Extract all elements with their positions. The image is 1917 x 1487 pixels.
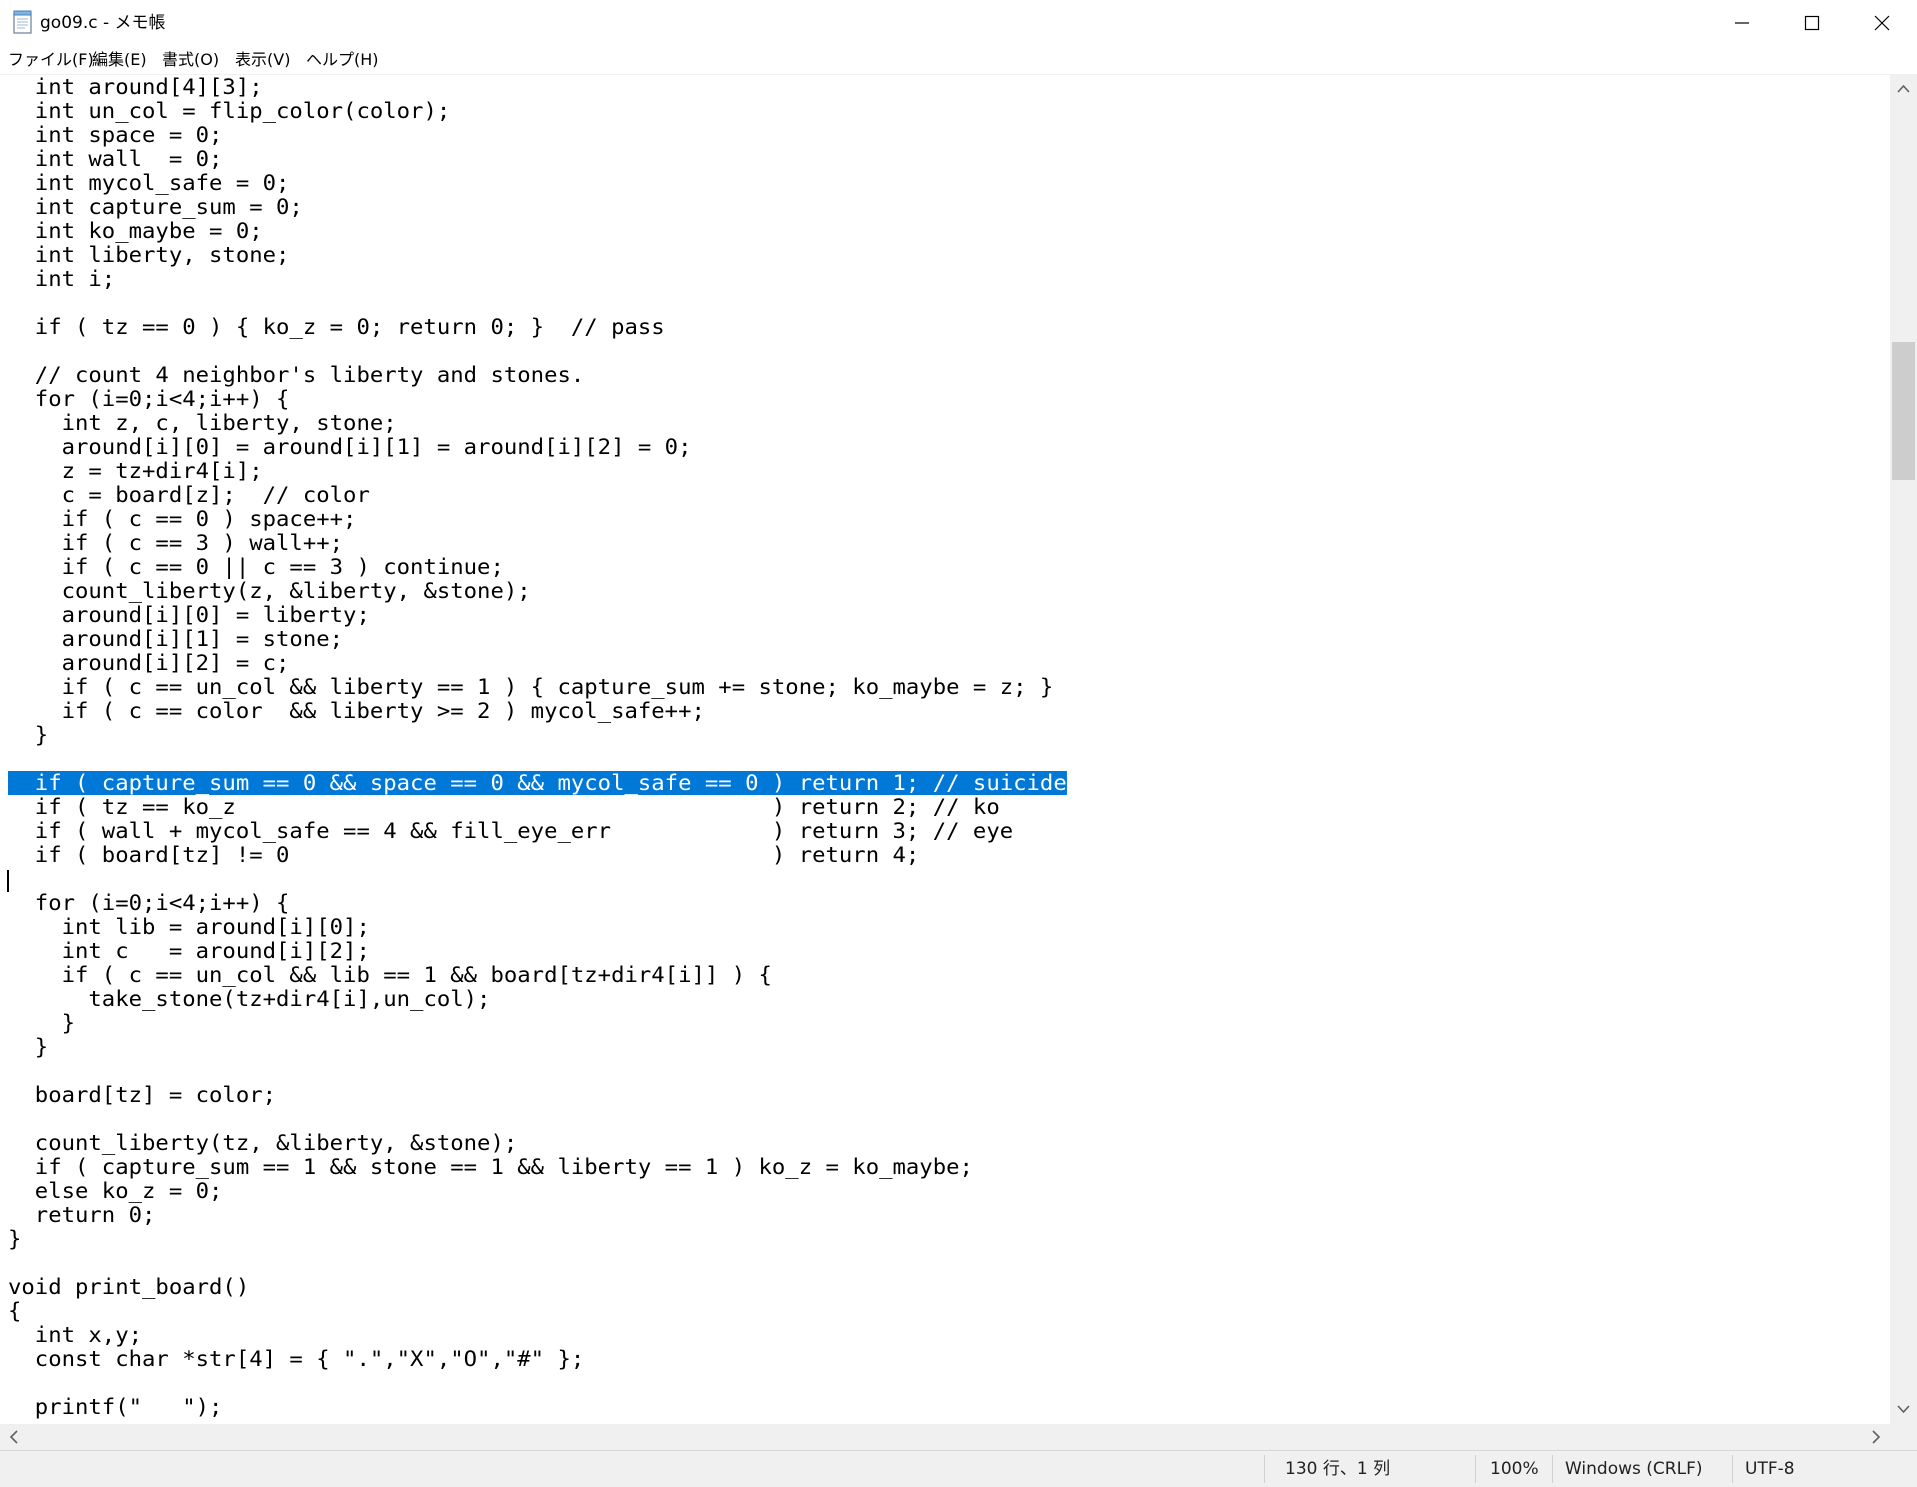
selected-text[interactable]: if ( capture_sum == 0 && space == 0 && m… [8, 771, 1067, 795]
chevron-up-icon [1897, 84, 1910, 93]
code-line[interactable] [8, 1107, 1067, 1131]
code-line[interactable]: int mycol_safe = 0; [8, 171, 1067, 195]
code-line[interactable]: if ( c == un_col && liberty == 1 ) { cap… [8, 675, 1067, 699]
close-icon [1874, 15, 1890, 31]
chevron-right-icon [1872, 1430, 1881, 1444]
code-line[interactable] [8, 1059, 1067, 1083]
code-line[interactable]: z = tz+dir4[i]; [8, 459, 1067, 483]
code-line[interactable]: if ( c == 0 ) space++; [8, 507, 1067, 531]
vertical-scrollbar[interactable] [1890, 74, 1917, 1424]
maximize-button[interactable] [1777, 0, 1847, 46]
code-line[interactable] [8, 1371, 1067, 1395]
encoding: UTF-8 [1745, 1459, 1795, 1479]
code-line[interactable]: if ( tz == 0 ) { ko_z = 0; return 0; } /… [8, 315, 1067, 339]
code-line[interactable]: printf(" "); [8, 1395, 1067, 1419]
code-line[interactable]: int wall = 0; [8, 147, 1067, 171]
code-line[interactable]: int un_col = flip_color(color); [8, 99, 1067, 123]
code-line[interactable]: count_liberty(z, &liberty, &stone); [8, 579, 1067, 603]
scroll-down-button[interactable] [1890, 1398, 1917, 1420]
line-ending: Windows (CRLF) [1565, 1459, 1703, 1479]
code-line[interactable]: int ko_maybe = 0; [8, 219, 1067, 243]
code-line[interactable]: if ( c == 0 || c == 3 ) continue; [8, 555, 1067, 579]
code-line[interactable]: int c = around[i][2]; [8, 939, 1067, 963]
code-line[interactable] [8, 867, 1067, 891]
code-line[interactable]: void print_board() [8, 1275, 1067, 1299]
minimize-icon [1735, 22, 1749, 24]
scroll-right-button[interactable] [1864, 1424, 1888, 1450]
code-line[interactable]: { [8, 1299, 1067, 1323]
code-line[interactable]: return 0; [8, 1203, 1067, 1227]
code-line[interactable]: if ( c == 3 ) wall++; [8, 531, 1067, 555]
code-line[interactable]: around[i][1] = stone; [8, 627, 1067, 651]
text-caret [7, 870, 9, 892]
notepad-icon [12, 10, 34, 34]
title-bar[interactable]: go09.c - メモ帳 [0, 0, 1917, 46]
status-bar: 130 行、1 列 100% Windows (CRLF) UTF-8 [0, 1450, 1917, 1487]
code-line[interactable]: int i; [8, 267, 1067, 291]
code-line[interactable]: around[i][0] = around[i][1] = around[i][… [8, 435, 1067, 459]
scrollbar-corner [1890, 1424, 1917, 1450]
status-divider [1732, 1455, 1733, 1483]
scroll-up-button[interactable] [1890, 78, 1917, 100]
code-line[interactable]: for (i=0;i<4;i++) { [8, 891, 1067, 915]
vertical-scroll-thumb[interactable] [1892, 342, 1915, 480]
code-line[interactable]: int around[4][3]; [8, 75, 1067, 99]
status-divider [1264, 1455, 1265, 1483]
horizontal-scrollbar[interactable] [0, 1424, 1890, 1450]
menu-edit[interactable]: 編集(E) [92, 46, 147, 74]
code-line[interactable]: if ( c == un_col && lib == 1 && board[tz… [8, 963, 1067, 987]
chevron-left-icon [9, 1430, 18, 1444]
code-line[interactable]: int z, c, liberty, stone; [8, 411, 1067, 435]
code-line[interactable]: int liberty, stone; [8, 243, 1067, 267]
text-editor[interactable]: int around[4][3]; int un_col = flip_colo… [0, 74, 1890, 1425]
menu-format[interactable]: 書式(O) [162, 46, 219, 74]
code-line[interactable]: } [8, 1227, 1067, 1251]
chevron-down-icon [1897, 1405, 1910, 1414]
code-line[interactable]: if ( capture_sum == 0 && space == 0 && m… [8, 771, 1067, 795]
code-line[interactable]: else ko_z = 0; [8, 1179, 1067, 1203]
code-line[interactable]: around[i][0] = liberty; [8, 603, 1067, 627]
minimize-button[interactable] [1707, 0, 1777, 46]
status-divider [1475, 1455, 1476, 1483]
code-line[interactable]: int x,y; [8, 1323, 1067, 1347]
menu-view[interactable]: 表示(V) [235, 46, 290, 74]
code-line[interactable]: const char *str[4] = { ".","X","O","#" }… [8, 1347, 1067, 1371]
code-line[interactable]: int space = 0; [8, 123, 1067, 147]
menu-file[interactable]: ファイル(F) [8, 46, 94, 74]
code-line[interactable]: int capture_sum = 0; [8, 195, 1067, 219]
menu-help[interactable]: ヘルプ(H) [306, 46, 379, 74]
code-line[interactable]: around[i][2] = c; [8, 651, 1067, 675]
code-line[interactable] [8, 1251, 1067, 1275]
menu-bar: ファイル(F) 編集(E) 書式(O) 表示(V) ヘルプ(H) [0, 46, 1917, 74]
code-line[interactable]: } [8, 723, 1067, 747]
code-line[interactable]: if ( c == color && liberty >= 2 ) mycol_… [8, 699, 1067, 723]
code-line[interactable]: } [8, 1011, 1067, 1035]
code-line[interactable]: // count 4 neighbor's liberty and stones… [8, 363, 1067, 387]
code-line[interactable]: } [8, 1035, 1067, 1059]
code-line[interactable]: c = board[z]; // color [8, 483, 1067, 507]
code-line[interactable]: board[tz] = color; [8, 1083, 1067, 1107]
code-line[interactable]: if ( board[tz] != 0 ) return 4; [8, 843, 1067, 867]
scroll-left-button[interactable] [2, 1424, 26, 1450]
maximize-icon [1804, 15, 1820, 31]
code-line[interactable] [8, 747, 1067, 771]
code-line[interactable] [8, 291, 1067, 315]
code-line[interactable]: if ( capture_sum == 1 && stone == 1 && l… [8, 1155, 1067, 1179]
code-line[interactable]: if ( wall + mycol_safe == 4 && fill_eye_… [8, 819, 1067, 843]
editor-text[interactable]: int around[4][3]; int un_col = flip_colo… [8, 75, 1067, 1419]
zoom-level: 100% [1490, 1459, 1539, 1479]
close-button[interactable] [1847, 0, 1917, 46]
status-divider [1552, 1455, 1553, 1483]
code-line[interactable]: for (i=0;i<4;i++) { [8, 387, 1067, 411]
code-line[interactable]: count_liberty(tz, &liberty, &stone); [8, 1131, 1067, 1155]
cursor-position: 130 行、1 列 [1285, 1459, 1391, 1479]
window-title: go09.c - メモ帳 [40, 13, 166, 33]
code-line[interactable]: if ( tz == ko_z ) return 2; // ko [8, 795, 1067, 819]
code-line[interactable]: int lib = around[i][0]; [8, 915, 1067, 939]
code-line[interactable]: take_stone(tz+dir4[i],un_col); [8, 987, 1067, 1011]
code-line[interactable] [8, 339, 1067, 363]
